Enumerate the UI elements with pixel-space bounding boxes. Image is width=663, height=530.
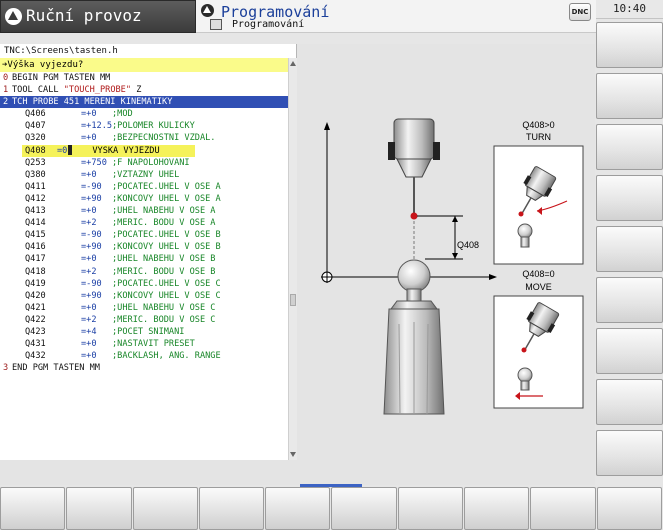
softkey-6[interactable] xyxy=(331,487,397,530)
program-line[interactable]: Q416 =+90 ;KONCOVY UHEL V OSE B xyxy=(0,241,288,253)
file-path: TNC:\Screens\tasten.h xyxy=(4,46,118,56)
program-line[interactable]: Q432 =+0 ;BACKLASH, ANG. RANGE xyxy=(0,350,288,362)
softkey-2[interactable] xyxy=(66,487,132,530)
softkey-10[interactable] xyxy=(596,487,662,530)
vertical-softkey-7[interactable] xyxy=(596,328,663,374)
clock: 10:40 xyxy=(596,0,663,19)
softkey-7[interactable] xyxy=(397,487,464,530)
move-title: Q408=0 xyxy=(522,269,555,279)
program-line[interactable]: Q423 =+4 ;POCET SNIMANI xyxy=(0,326,288,338)
program-line[interactable]: Q406 =+0 ;MOD xyxy=(0,108,288,120)
program-line[interactable]: Q253 =+750 ;F NAPOLOHOVANI xyxy=(0,157,288,169)
program-listing[interactable]: 0 BEGIN PGM TASTEN MM 1 TOOL CALL "TOUCH_P… xyxy=(0,72,288,374)
program-line[interactable]: 1 TOOL CALL "TOUCH_PROBE" Z xyxy=(0,84,288,96)
dnc-area: DNC xyxy=(566,0,596,33)
softkey-1[interactable] xyxy=(0,487,66,530)
program-line[interactable]: Q413 =+0 ;UHEL NABEHU V OSE A xyxy=(0,205,288,217)
program-line[interactable]: Q418 =+2 ;MERIC. BODU V OSE B xyxy=(0,266,288,278)
mode-icon xyxy=(5,8,22,25)
softkey-5[interactable] xyxy=(265,487,331,530)
program-line-editing[interactable]: Q408 =0 VYSKA VYJEZDU xyxy=(0,144,288,157)
vertical-scrollbar[interactable] xyxy=(288,58,297,460)
manual-mode-label: Ruční provoz xyxy=(26,6,142,25)
program-line[interactable]: Q417 =+0 ;UHEL NABEHU V OSE B xyxy=(0,253,288,265)
vertical-softkey-4[interactable] xyxy=(596,175,663,221)
q408-dimension-label: Q408 xyxy=(457,240,480,250)
program-line[interactable]: Q422 =+2 ;MERIC. BODU V OSE C xyxy=(0,314,288,326)
programming-tab[interactable]: Programování Programování xyxy=(196,0,566,33)
program-line[interactable]: 3 END PGM TASTEN MM xyxy=(0,362,288,374)
program-line[interactable]: Q420 =+90 ;KONCOVY UHEL V OSE C xyxy=(0,290,288,302)
mode-icon xyxy=(201,4,214,17)
program-line[interactable]: Q380 =+0 ;VZTAZNY UHEL xyxy=(0,169,288,181)
softkey-3[interactable] xyxy=(132,487,198,530)
program-line[interactable]: 0 BEGIN PGM TASTEN MM xyxy=(0,72,288,84)
program-line[interactable]: Q431 =+0 ;NASTAVIT PRESET xyxy=(0,338,288,350)
scroll-up-icon[interactable] xyxy=(290,61,296,66)
program-line[interactable]: Q414 =+2 ;MERIC. BODU V OSE A xyxy=(0,217,288,229)
help-graphic: Q408 Q408>0 TURN Q408=0 MOVE xyxy=(297,44,595,460)
manual-mode-tab[interactable]: Ruční provoz xyxy=(0,0,196,33)
horizontal-scrollbar[interactable] xyxy=(0,460,595,487)
softkey-4[interactable] xyxy=(198,487,265,530)
softkey-bar xyxy=(0,487,663,530)
program-line[interactable]: Q419 =-90 ;POCATEC.UHEL V OSE C xyxy=(0,278,288,290)
probe-illustration xyxy=(321,118,584,415)
editing-value[interactable]: =0 xyxy=(57,145,67,157)
input-prompt: ➔Výška vyjezdu? xyxy=(0,58,288,72)
vertical-softkey-1[interactable] xyxy=(596,22,663,68)
vertical-softkey-9[interactable] xyxy=(596,430,663,476)
turn-title: Q408>0 xyxy=(522,120,555,130)
program-line[interactable]: Q407 =+12.5;POLOMER KULICKY xyxy=(0,120,288,132)
softkey-9[interactable] xyxy=(530,487,596,530)
program-line[interactable]: Q415 =-90 ;POCATEC.UHEL V OSE B xyxy=(0,229,288,241)
program-line-selected[interactable]: 2 TCH PROBE 451 MERENI KINEMATIKY xyxy=(0,96,288,109)
scroll-down-icon[interactable] xyxy=(290,452,296,457)
turn-label: TURN xyxy=(526,132,551,142)
vertical-softkey-2[interactable] xyxy=(596,73,663,119)
program-editor[interactable]: TNC:\Screens\tasten.h ➔Výška vyjezdu? 0B… xyxy=(0,44,297,460)
programming-subtitle: Programování xyxy=(232,19,305,30)
program-line[interactable]: Q411 =-90 ;POCATEC.UHEL V OSE A xyxy=(0,181,288,193)
vertical-softkey-5[interactable] xyxy=(596,226,663,272)
vertical-softkey-bar xyxy=(596,22,663,484)
softkey-8[interactable] xyxy=(464,487,530,530)
vertical-softkey-8[interactable] xyxy=(596,379,663,425)
program-line[interactable]: Q320 =+0 ;BEZPECNOSTNI VZDAL. xyxy=(0,132,288,144)
scroll-grip[interactable] xyxy=(290,294,296,306)
vertical-softkey-3[interactable] xyxy=(596,124,663,170)
program-line[interactable]: Q421 =+0 ;UHEL NABEHU V OSE C xyxy=(0,302,288,314)
move-label: MOVE xyxy=(525,282,552,292)
program-line[interactable]: Q412 =+90 ;KONCOVY UHEL V OSE A xyxy=(0,193,288,205)
dnc-button[interactable]: DNC xyxy=(569,3,591,21)
vertical-softkey-6[interactable] xyxy=(596,277,663,323)
program-file-icon xyxy=(210,19,222,30)
